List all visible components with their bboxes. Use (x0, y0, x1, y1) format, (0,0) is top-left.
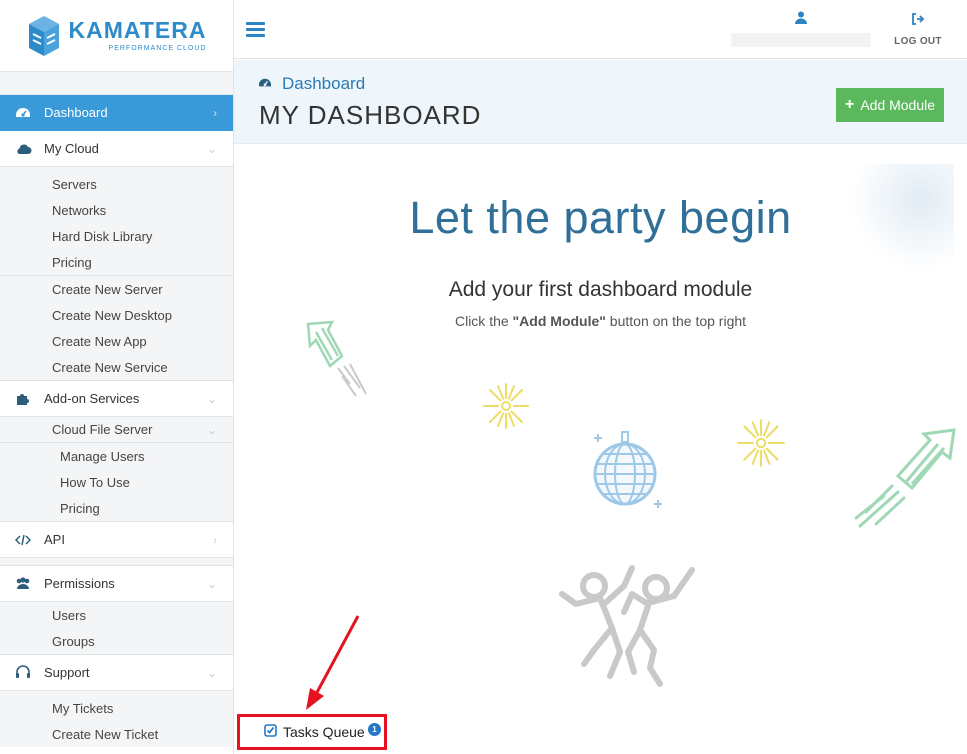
chevron-down-icon: ⌄ (206, 665, 217, 680)
sidebar-item-support[interactable]: Support ⌄ (0, 655, 233, 691)
sidebar-item-file-server-pricing[interactable]: Pricing (0, 495, 233, 521)
logout-label: LOG OUT (894, 36, 942, 47)
chevron-right-icon: › (213, 105, 217, 120)
page-header: Dashboard MY DASHBOARD + Add Module (234, 60, 967, 144)
add-module-label: Add Module (860, 97, 936, 113)
sidebar-item-create-new-app[interactable]: Create New App (0, 328, 233, 354)
sidebar-item-label: Add-on Services (44, 391, 140, 406)
sidebar-item-dashboard[interactable]: Dashboard › (0, 95, 233, 131)
sidebar-item-cloud-file-server[interactable]: Cloud File Server ⌄ (0, 417, 233, 443)
cloud-icon (14, 140, 32, 158)
user-menu[interactable] (731, 11, 871, 47)
dashboard-content: Let the party begin Add your first dashb… (234, 144, 967, 754)
sidebar-item-label: Cloud File Server (52, 422, 153, 437)
sidebar-item-users[interactable]: Users (0, 602, 233, 628)
dashboard-gauge-icon (14, 104, 32, 122)
kamatera-logo[interactable]: KAMATERA PERFORMANCE CLOUD (27, 14, 207, 58)
user-icon (795, 11, 807, 29)
logout-icon (911, 12, 925, 29)
sidebar-item-api[interactable]: API › (0, 522, 233, 558)
sidebar-item-label: API (44, 532, 65, 547)
sidebar-item-pricing[interactable]: Pricing (0, 249, 233, 275)
sidebar-item-networks[interactable]: Networks (0, 197, 233, 223)
chevron-down-icon: ⌄ (206, 422, 217, 437)
sidebar-item-label: Support (44, 665, 90, 680)
breadcrumb[interactable]: Dashboard (258, 74, 365, 94)
username-redacted (731, 33, 871, 47)
support-submenu: My Tickets Create New Ticket (0, 691, 233, 747)
sidebar-item-label: Dashboard (44, 105, 108, 120)
hint-pre: Click the (454, 313, 513, 329)
sidebar-item-how-to-use[interactable]: How To Use (0, 469, 233, 495)
add-module-button[interactable]: + Add Module (836, 88, 944, 122)
permissions-submenu: Users Groups (0, 602, 233, 655)
sidebar-item-servers[interactable]: Servers (0, 171, 233, 197)
sidebar: KAMATERA PERFORMANCE CLOUD Dashboard › M… (0, 0, 234, 754)
page-title: MY DASHBOARD (259, 100, 482, 130)
top-header: LOG OUT (234, 0, 967, 59)
firework-left-icon (483, 383, 529, 429)
firework-right-icon (737, 419, 785, 467)
addon-submenu: Cloud File Server ⌄ Manage Users How To … (0, 417, 233, 522)
plus-icon: + (844, 96, 855, 113)
sidebar-item-create-new-desktop[interactable]: Create New Desktop (0, 302, 233, 328)
rocket-left-icon (306, 320, 367, 397)
sidebar-item-create-new-server[interactable]: Create New Server (0, 276, 233, 302)
dashboard-gauge-icon (258, 74, 272, 94)
breadcrumb-label: Dashboard (282, 74, 366, 93)
red-arrow-annotation (306, 615, 360, 710)
dancing-people-icon (559, 565, 695, 687)
checkbox-checked-icon (264, 724, 277, 740)
chevron-down-icon: ⌄ (206, 391, 217, 406)
sidebar-item-create-new-ticket[interactable]: Create New Ticket (0, 721, 233, 747)
users-icon (14, 575, 32, 593)
sidebar-item-create-new-service[interactable]: Create New Service (0, 354, 233, 380)
tasks-count-badge: 1 (368, 723, 381, 736)
brand-tagline: PERFORMANCE CLOUD (108, 45, 207, 52)
sidebar-item-label: My Cloud (44, 141, 99, 156)
sidebar-item-manage-users[interactable]: Manage Users (0, 443, 233, 469)
cube-logo-icon (28, 15, 59, 56)
brand-name: KAMATERA (68, 17, 207, 43)
disco-ball-icon (593, 431, 662, 508)
tasks-queue-button[interactable]: Tasks Queue 1 (237, 714, 387, 750)
my-cloud-submenu: Servers Networks Hard Disk Library Prici… (0, 167, 233, 381)
headset-icon (14, 664, 32, 682)
hint-post: button on the top right (605, 313, 747, 329)
sidebar-item-permissions[interactable]: Permissions ⌄ (0, 566, 233, 602)
sidebar-item-label: Permissions (44, 576, 115, 591)
sidebar-spacer (0, 72, 233, 95)
chevron-right-icon: › (213, 532, 217, 547)
hamburger-menu-icon[interactable] (246, 22, 265, 37)
rocket-right-icon (854, 428, 956, 528)
blurred-decoration (844, 164, 954, 304)
sidebar-item-addon-services[interactable]: Add-on Services ⌄ (0, 381, 233, 417)
sidebar-gap (0, 558, 233, 566)
sidebar-item-hard-disk-library[interactable]: Hard Disk Library (0, 223, 233, 249)
hint-bold: "Add Module" (512, 313, 606, 329)
logout-button[interactable]: LOG OUT (884, 12, 952, 47)
sidebar-item-my-cloud[interactable]: My Cloud ⌄ (0, 131, 233, 167)
puzzle-icon (14, 390, 32, 408)
chevron-down-icon: ⌄ (206, 576, 217, 591)
tasks-queue-label: Tasks Queue (283, 724, 365, 740)
code-icon (14, 531, 32, 549)
sidebar-item-groups[interactable]: Groups (0, 628, 233, 654)
logo-area: KAMATERA PERFORMANCE CLOUD (0, 0, 233, 72)
sidebar-item-my-tickets[interactable]: My Tickets (0, 695, 233, 721)
chevron-down-icon: ⌄ (206, 141, 217, 156)
